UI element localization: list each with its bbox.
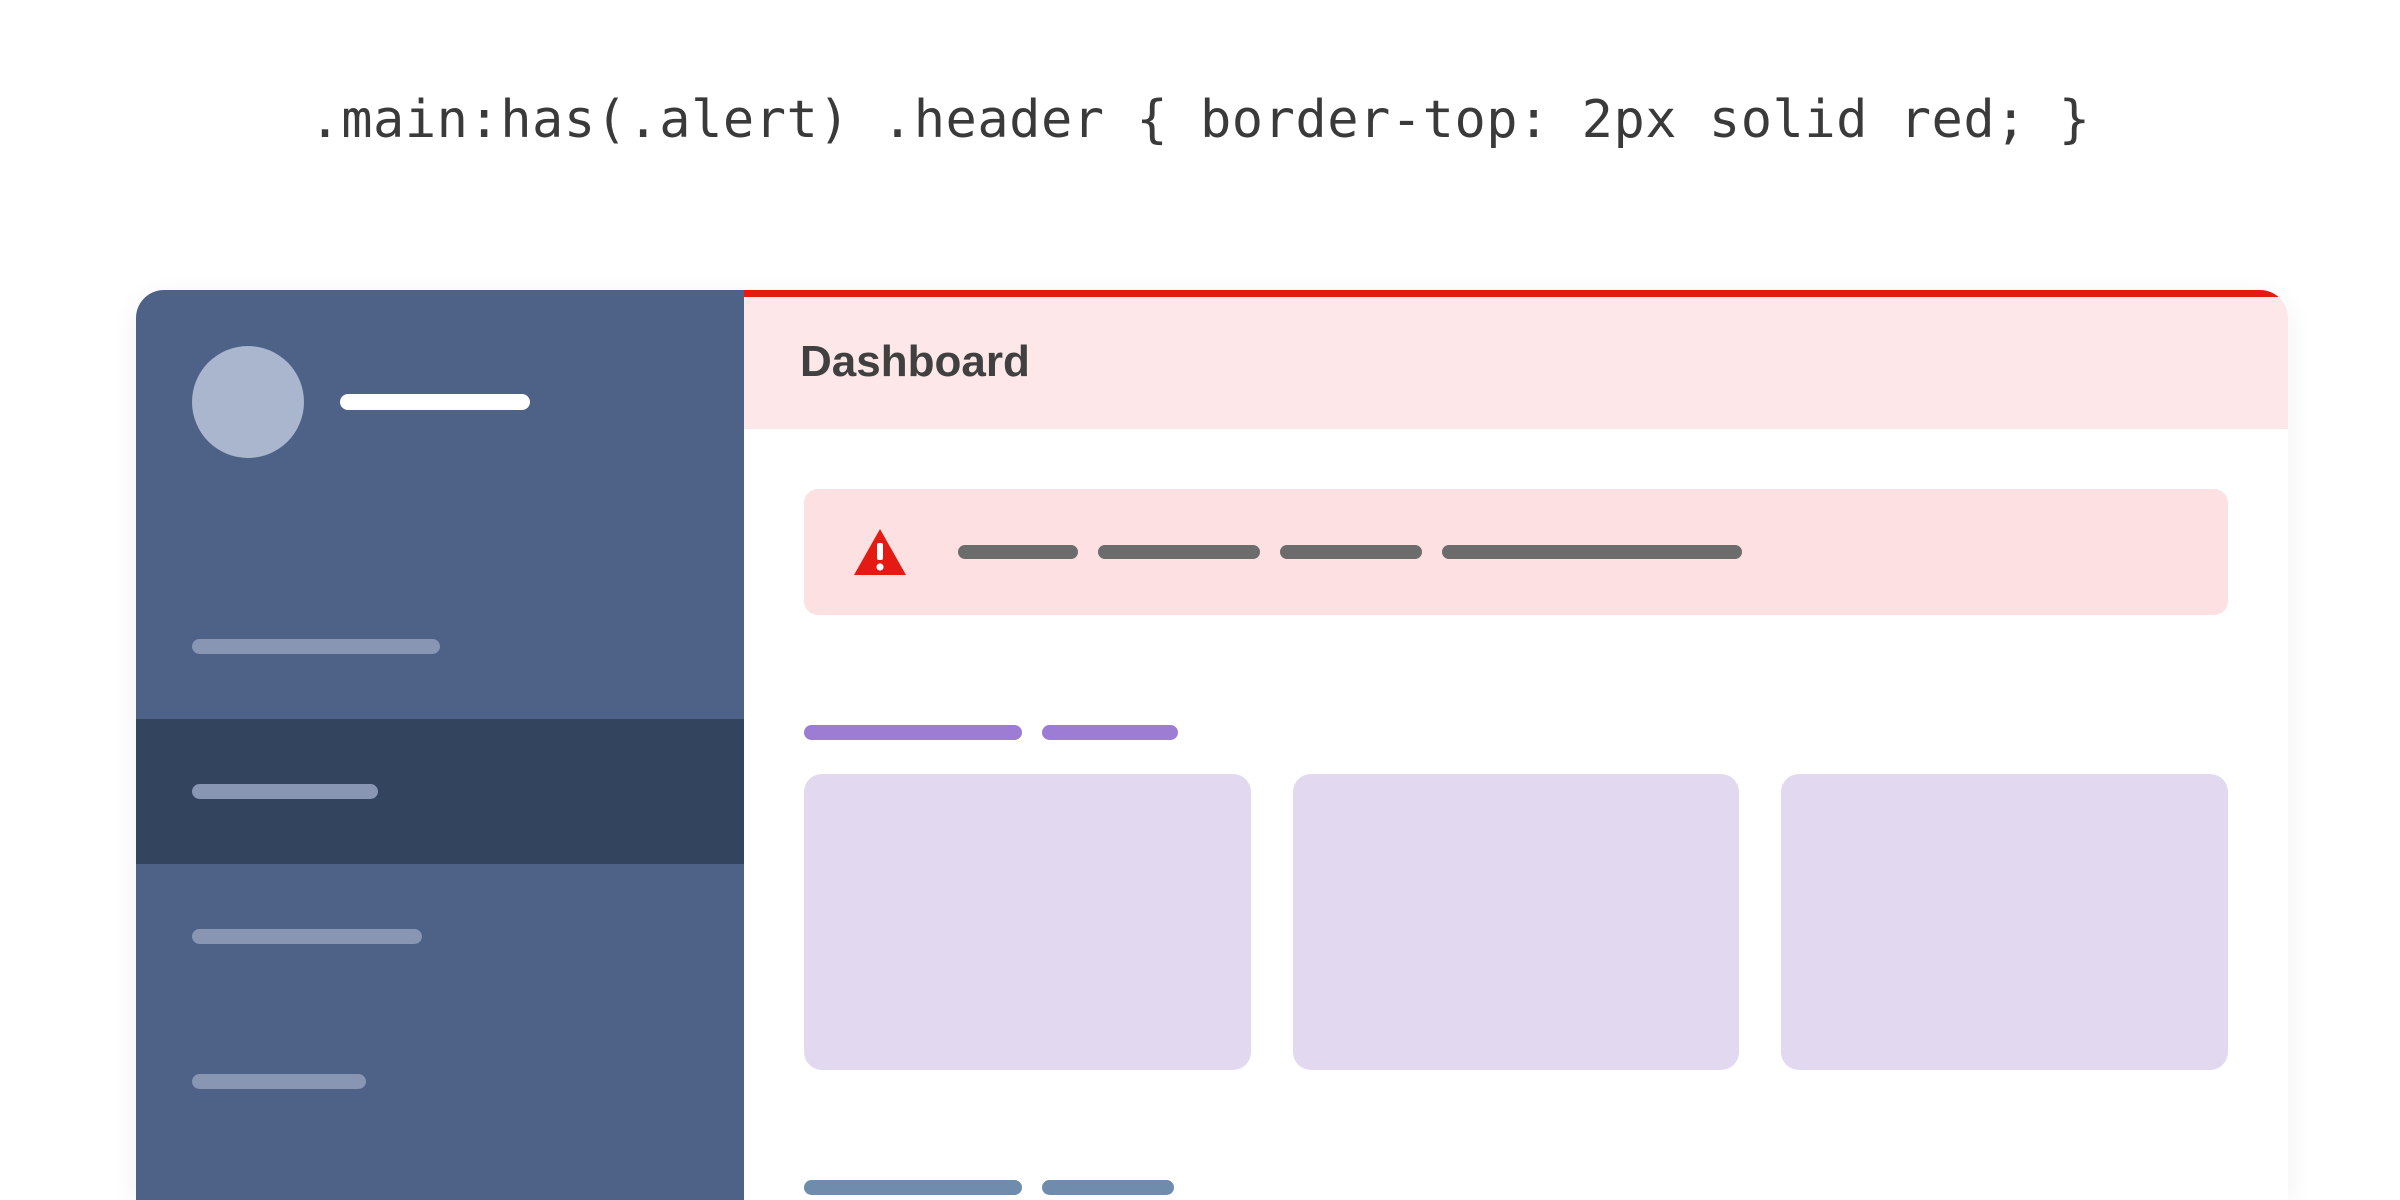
sidebar-profile[interactable] [136,290,744,514]
alert-banner[interactable] [804,489,2228,615]
sidebar-item-0[interactable] [136,574,744,719]
section-label-segment [804,1180,1022,1195]
avatar[interactable] [192,346,304,458]
card-purple-0[interactable] [804,774,1251,1070]
card-purple-1[interactable] [1293,774,1740,1070]
sidebar-item-label-placeholder [192,929,422,944]
alert-text-segment [958,545,1078,559]
section-label-segment [804,725,1022,740]
sidebar-item-label-placeholder [192,1074,366,1089]
app-window: Dashboard [136,290,2288,1200]
alert-text-segment [1098,545,1260,559]
section-label-segment [1042,725,1178,740]
sidebar [136,290,744,1200]
card-row-purple [804,774,2228,1070]
sidebar-item-label-placeholder [192,784,378,799]
sidebar-item-label-placeholder [192,639,440,654]
code-snippet: .main:has(.alert) .header { border-top: … [0,0,2400,150]
page-title: Dashboard [800,337,2232,387]
main: Dashboard [744,290,2288,1200]
sidebar-items [136,514,744,1200]
profile-name-placeholder [340,394,530,410]
warning-triangle-icon [852,527,908,577]
sidebar-item-3[interactable] [136,1009,744,1154]
alert-text-segment [1442,545,1742,559]
card-purple-2[interactable] [1781,774,2228,1070]
sidebar-item-1[interactable] [136,719,744,864]
page-header: Dashboard [744,290,2288,429]
section-label-blue [804,1180,2228,1195]
main-content [744,429,2288,1200]
alert-text-placeholder [958,545,1742,559]
alert-text-segment [1280,545,1422,559]
sidebar-item-2[interactable] [136,864,744,1009]
section-label-segment [1042,1180,1174,1195]
sidebar-item-4[interactable] [136,1154,744,1200]
section-label-purple [804,725,2228,740]
